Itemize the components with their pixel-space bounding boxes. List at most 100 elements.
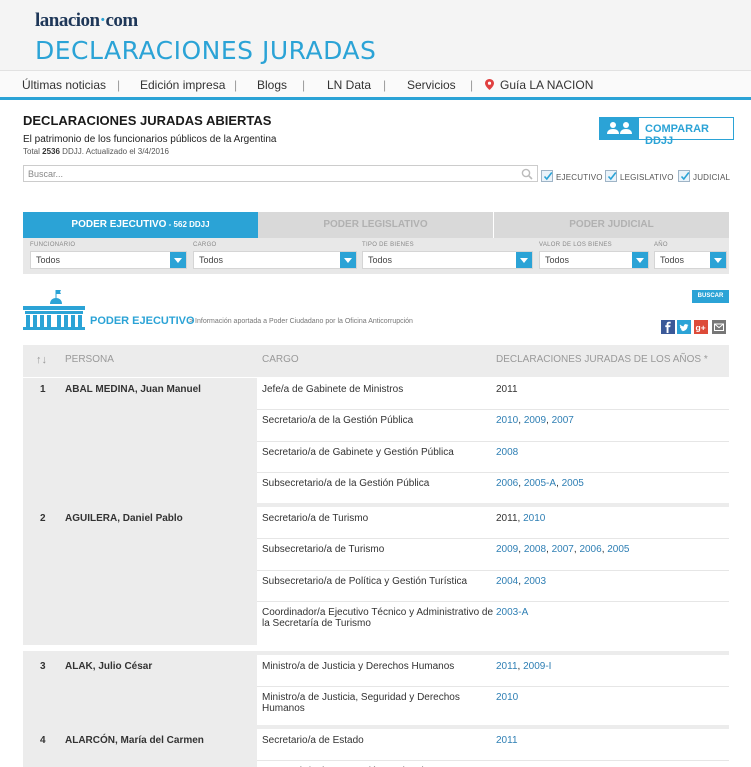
- year-link[interactable]: 2007: [552, 415, 574, 426]
- nav-item-ultimas-noticias[interactable]: Últimas noticias: [22, 78, 106, 92]
- checkmark-icon: [543, 172, 553, 181]
- sort-icon[interactable]: ↑↓: [36, 354, 47, 366]
- year-link[interactable]: 2009-I: [523, 661, 551, 672]
- year-link[interactable]: 2011: [496, 735, 518, 746]
- tab-poder-judicial[interactable]: PODER JUDICIAL: [494, 212, 729, 238]
- header-accent-bar: [0, 97, 751, 100]
- nav-item-servicios[interactable]: Servicios: [407, 78, 456, 92]
- year-link[interactable]: 2003-A: [496, 607, 528, 618]
- year-link[interactable]: 2009: [496, 544, 518, 555]
- year-link[interactable]: 2010: [523, 513, 545, 524]
- nav-item-guia-label: Guía LA NACION: [500, 78, 594, 92]
- select-value: Todos: [199, 255, 224, 265]
- brand-name: lanacion: [35, 10, 100, 31]
- chevron-down-icon[interactable]: [170, 252, 186, 268]
- government-building-icon: [23, 290, 85, 330]
- nav-item-edicion-impresa[interactable]: Edición impresa: [140, 78, 225, 92]
- select-tipo-bienes[interactable]: Todos: [362, 251, 533, 269]
- year-link[interactable]: 2006: [496, 478, 518, 489]
- year-link[interactable]: 2008: [524, 544, 546, 555]
- compare-ddjj-button[interactable]: COMPARAR DDJJ: [599, 117, 734, 147]
- chevron-down-icon[interactable]: [340, 252, 356, 268]
- cargo-row: Secretario/a de Turismo 2011, 2010: [257, 507, 729, 538]
- filter-label-tipo-bienes: TIPO DE BIENES: [362, 242, 414, 248]
- chevron-down-icon[interactable]: [710, 252, 726, 268]
- filter-label-cargo: CARGO: [193, 242, 217, 248]
- year-link[interactable]: 2003: [524, 576, 546, 587]
- row-divider: [257, 441, 729, 442]
- years-list: 2010: [496, 692, 518, 703]
- chevron-down-icon[interactable]: [632, 252, 648, 268]
- nav-item-guia[interactable]: Guía LA NACION: [485, 78, 593, 92]
- cargo-row: Subsecretario/a de Política y Gestión Tu…: [257, 570, 729, 601]
- year-link[interactable]: 2005-A: [524, 478, 556, 489]
- brand-logo[interactable]: lanacion·com: [35, 10, 138, 32]
- total-summary: Total 2536 DDJJ. Actualizado el 3/4/2016: [23, 147, 169, 156]
- column-header-anios[interactable]: DECLARACIONES JURADAS DE LOS AÑOS *: [496, 354, 708, 365]
- column-header-persona[interactable]: PERSONA: [65, 354, 114, 365]
- google-plus-icon[interactable]: g+: [694, 320, 708, 334]
- person-cell: 2 AGUILERA, Daniel Pablo: [23, 507, 257, 645]
- year-link[interactable]: 2005: [607, 544, 629, 555]
- table-row[interactable]: 4 ALARCÓN, María del Carmen Secretario/a d…: [23, 729, 729, 767]
- chevron-down-icon[interactable]: [516, 252, 532, 268]
- select-funcionario[interactable]: Todos: [30, 251, 187, 269]
- person-name[interactable]: ABAL MEDINA, Juan Manuel: [65, 384, 201, 395]
- nav-separator: |: [470, 78, 474, 92]
- year-link[interactable]: 2011: [496, 661, 518, 672]
- row-divider: [257, 472, 729, 473]
- select-cargo[interactable]: Todos: [193, 251, 357, 269]
- row-divider: [257, 538, 729, 539]
- checkbox-judicial[interactable]: JUDICIAL: [678, 167, 730, 182]
- search-icon[interactable]: [521, 168, 533, 180]
- year-link[interactable]: 2010: [496, 692, 518, 703]
- filter-bar: FUNCIONARIO Todos CARGO Todos TIPO DE BI…: [23, 238, 729, 274]
- cargo-row: Ministro/a de Justicia, Seguridad y Dere…: [257, 686, 729, 730]
- tab-count: - 562 DDJJ: [166, 220, 210, 229]
- row-divider: [257, 409, 729, 410]
- main-nav: Últimas noticias | Edición impresa | Blo…: [0, 70, 751, 97]
- column-header-cargo[interactable]: CARGO: [262, 354, 299, 365]
- year-link[interactable]: 2010: [496, 415, 518, 426]
- facebook-icon[interactable]: [661, 320, 675, 334]
- person-name[interactable]: ALAK, Julio César: [65, 661, 152, 672]
- nav-separator: |: [383, 78, 387, 92]
- person-name[interactable]: AGUILERA, Daniel Pablo: [65, 513, 183, 524]
- site-title[interactable]: DECLARACIONES JURADAS: [35, 36, 376, 65]
- year-link[interactable]: 2006: [579, 544, 601, 555]
- year-link[interactable]: 2009: [524, 415, 546, 426]
- select-valor-bienes[interactable]: Todos: [539, 251, 649, 269]
- years-list: 2009, 2008, 2007, 2006, 2005: [496, 544, 630, 555]
- search-input[interactable]: [28, 167, 513, 180]
- years-list: 2004, 2003: [496, 576, 546, 587]
- nav-item-ln-data[interactable]: LN Data: [327, 78, 371, 92]
- year-link[interactable]: 2004: [496, 576, 518, 587]
- row-number: 4: [40, 735, 46, 746]
- row-divider: [257, 570, 729, 571]
- cargo-text: Secretario/a de Gabinete y Gestión Públi…: [262, 447, 454, 458]
- checkbox-box[interactable]: [541, 170, 553, 182]
- checkbox-label: LEGISLATIVO: [620, 173, 674, 182]
- select-anio[interactable]: Todos: [654, 251, 727, 269]
- checkbox-legislativo[interactable]: LEGISLATIVO: [605, 167, 674, 182]
- checkbox-box[interactable]: [678, 170, 690, 182]
- svg-text:g+: g+: [696, 323, 706, 333]
- twitter-icon[interactable]: [677, 320, 691, 334]
- cargo-row: Secretario/a de Gabinete y Gestión Públi…: [257, 441, 729, 472]
- nav-item-blogs[interactable]: Blogs: [257, 78, 287, 92]
- table-row[interactable]: 3 ALAK, Julio César Ministro/a de Justicia…: [23, 655, 729, 730]
- buscar-button[interactable]: BUSCAR: [692, 290, 729, 303]
- table-row[interactable]: 2 AGUILERA, Daniel Pablo Secretario/a de T…: [23, 507, 729, 645]
- year-link[interactable]: 2008: [496, 447, 518, 458]
- table-row[interactable]: 1 ABAL MEDINA, Juan Manuel Jefe/a de Gabin…: [23, 378, 729, 504]
- checkbox-ejecutivo[interactable]: EJECUTIVO: [541, 167, 603, 182]
- year-link[interactable]: 2005: [562, 478, 584, 489]
- person-name[interactable]: ALARCÓN, María del Carmen: [65, 735, 204, 746]
- checkbox-box[interactable]: [605, 170, 617, 182]
- nav-separator: |: [234, 78, 238, 92]
- email-icon[interactable]: [712, 320, 726, 334]
- year-link[interactable]: 2007: [552, 544, 574, 555]
- tab-poder-ejecutivo[interactable]: PODER EJECUTIVO - 562 DDJJ: [23, 212, 258, 238]
- tab-poder-legislativo[interactable]: PODER LEGISLATIVO: [258, 212, 493, 238]
- cargo-text: Secretario/a de Turismo: [262, 513, 369, 524]
